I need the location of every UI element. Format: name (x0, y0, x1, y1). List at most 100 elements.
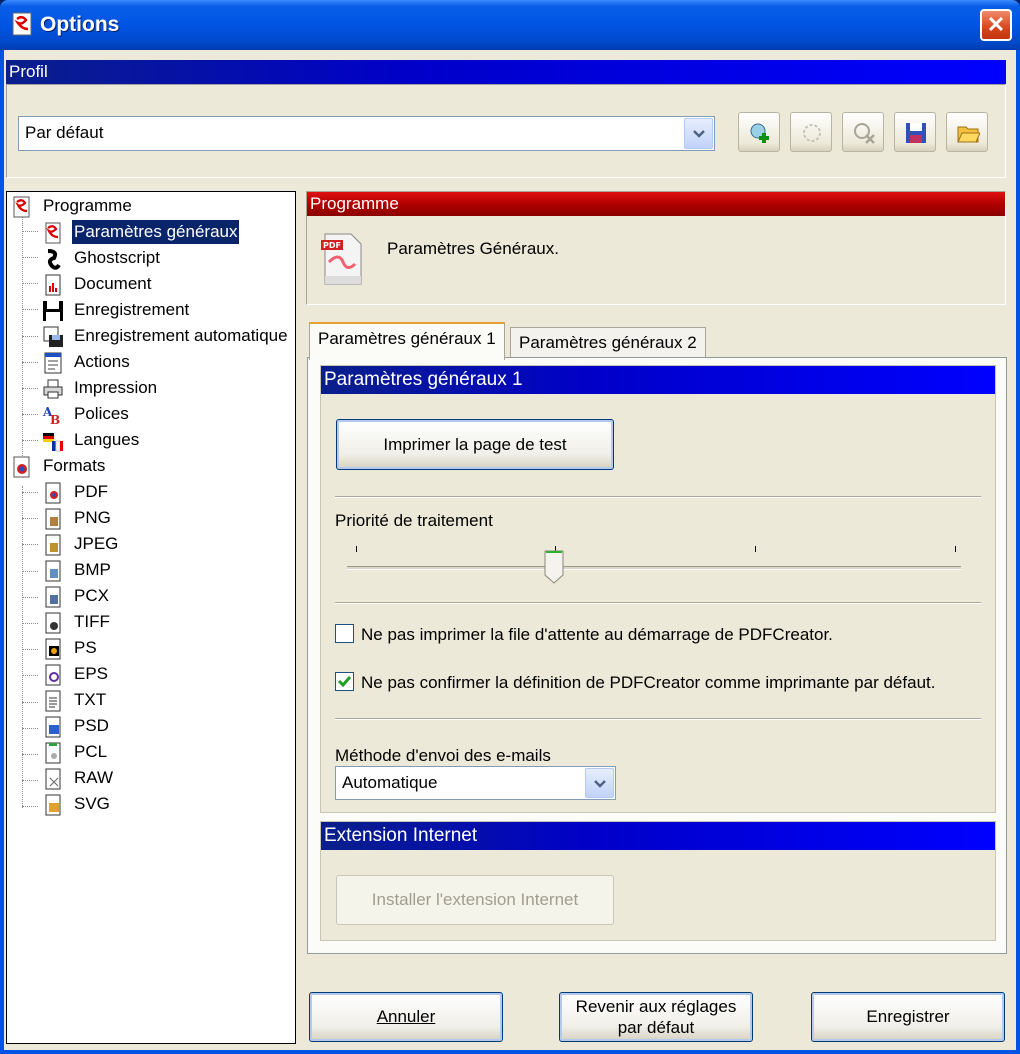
add-profile-button[interactable] (738, 112, 780, 152)
tree-label: Polices (74, 404, 129, 423)
tree-label: Actions (74, 352, 130, 371)
pdf-document-icon: PDF (321, 233, 362, 285)
open-profile-icon (957, 126, 980, 143)
app-icon (12, 12, 32, 36)
slider-tick (356, 546, 357, 552)
tree-label: TIFF (74, 612, 110, 631)
profil-header: Profil (6, 60, 1006, 84)
svg-text:B: B (50, 413, 60, 426)
tree-label: EPS (74, 664, 109, 683)
add-profile-icon (750, 123, 769, 143)
install-extension-button[interactable]: Installer l'extension Internet (336, 875, 614, 925)
priority-slider[interactable] (343, 538, 963, 588)
raw-file-icon (45, 768, 61, 790)
cancel-label: Annuler (376, 1007, 436, 1026)
tab-panel: Paramètres généraux 1 Imprimer la page d… (307, 357, 1007, 954)
fonts-icon: A B (42, 405, 60, 426)
tree-label: PCL (74, 742, 108, 761)
separator (335, 602, 981, 604)
rename-profile-button[interactable] (790, 112, 832, 152)
options-tree[interactable]: Programme Paramètres généraux Ghostscrip… (6, 191, 296, 1044)
reset-defaults-button[interactable]: Revenir aux réglages par défaut (559, 992, 753, 1042)
tree-label: Enregistrement (74, 300, 190, 319)
svg-text:PDF: PDF (323, 241, 341, 250)
internet-extension-title: Extension Internet (321, 822, 995, 850)
priority-label: Priorité de traitement (335, 511, 493, 530)
programme-icon (13, 196, 30, 218)
pdfcreator-icon (45, 222, 61, 244)
actions-icon (44, 352, 62, 374)
cancel-button[interactable]: Annuler (309, 992, 503, 1042)
close-button[interactable]: ✕ (980, 9, 1012, 41)
svg-file-icon (45, 794, 61, 816)
general-settings-group: Paramètres généraux 1 Imprimer la page d… (320, 365, 996, 813)
print-test-page-button[interactable]: Imprimer la page de test (336, 419, 614, 470)
no-queue-print-checkbox[interactable] (335, 624, 354, 643)
save-button[interactable]: Enregistrer (811, 992, 1005, 1042)
tree-label: PDF (74, 482, 108, 501)
section-header: Programme (307, 192, 1005, 216)
ps-file-icon (45, 638, 61, 660)
formats-icon (13, 456, 30, 478)
slider-tick (955, 546, 956, 552)
tiff-file-icon (45, 612, 61, 634)
save-profile-icon (906, 123, 926, 143)
no-default-confirm-checkbox[interactable] (335, 672, 354, 691)
save-icon (43, 301, 63, 321)
no-default-confirm-label: Ne pas confirmer la définition de PDFCre… (361, 673, 936, 692)
tree-label: Langues (74, 430, 140, 449)
profile-select[interactable]: Par défaut (18, 116, 715, 151)
checkmark-icon (337, 676, 352, 688)
delete-profile-icon (854, 123, 875, 144)
languages-icon (43, 433, 63, 452)
tree-label: PS (74, 638, 97, 657)
tree-label: JPEG (74, 534, 119, 553)
open-profile-button[interactable] (946, 112, 988, 152)
email-method-value: Automatique (342, 773, 438, 792)
slider-tick (755, 546, 756, 552)
internet-extension-group: Extension Internet Installer l'extension… (320, 821, 996, 941)
psd-file-icon (45, 716, 61, 738)
delete-profile-button[interactable] (842, 112, 884, 152)
tab-parametres-generaux-1[interactable]: Paramètres généraux 1 (309, 322, 505, 360)
png-file-icon (45, 508, 61, 530)
txt-file-icon (45, 690, 61, 712)
tree-label: TXT (74, 690, 107, 709)
tree-label: BMP (74, 560, 111, 579)
chevron-down-icon[interactable] (684, 118, 713, 149)
tab-parametres-generaux-2[interactable]: Paramètres généraux 2 (510, 327, 706, 359)
email-method-label: Méthode d'envoi des e-mails (335, 746, 551, 765)
eps-file-icon (45, 664, 61, 686)
email-method-select[interactable]: Automatique (335, 766, 616, 800)
general-settings-title: Paramètres généraux 1 (321, 366, 995, 394)
tree-label: Paramètres généraux (70, 219, 241, 245)
tree-label: Ghostscript (74, 248, 160, 267)
pcx-file-icon (45, 586, 61, 608)
tree-label: Formats (43, 456, 106, 475)
pdf-file-icon (45, 482, 61, 504)
printer-icon (43, 379, 63, 399)
tree-label: Impression (74, 378, 158, 397)
autosave-icon (43, 326, 63, 347)
separator (335, 718, 981, 720)
tree-label: RAW (74, 768, 114, 787)
chevron-down-icon[interactable] (585, 768, 614, 798)
ghostscript-icon (47, 249, 61, 270)
slider-thumb[interactable] (543, 550, 565, 584)
window-title: Options (40, 13, 120, 36)
bmp-file-icon (45, 560, 61, 582)
reset-label-line2: par défaut (617, 1018, 695, 1037)
rename-profile-icon (803, 124, 821, 142)
tree-label: PSD (74, 716, 109, 735)
section-header-panel: Programme PDF Paramètres Généraux. (306, 191, 1006, 305)
reset-label-line1: Revenir aux réglages (575, 997, 737, 1016)
options-window: Options ✕ Profil Par défaut Programme Pa… (0, 0, 1020, 1054)
tree-label: SVG (74, 794, 110, 813)
profile-select-value: Par défaut (25, 123, 104, 142)
tree-label: Programme (43, 196, 132, 215)
title-bar: Options ✕ (0, 0, 1020, 50)
pcl-file-icon (45, 742, 61, 764)
tree-label: Document (74, 274, 152, 293)
save-profile-button[interactable] (894, 112, 936, 152)
no-queue-print-label: Ne pas imprimer la file d'attente au dém… (361, 625, 833, 644)
